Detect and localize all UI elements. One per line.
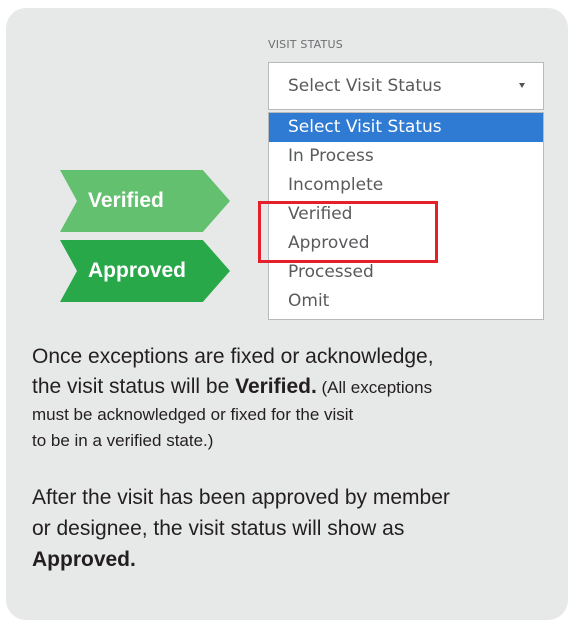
option-select-visit-status[interactable]: Select Visit Status xyxy=(269,113,543,142)
para1-line2-suffix: (All exceptions xyxy=(316,378,433,397)
visit-status-select-value: Select Visit Status xyxy=(288,76,442,96)
highlight-verified-approved-box xyxy=(258,201,438,263)
visit-status-select[interactable]: Select Visit Status xyxy=(268,62,544,110)
para1-line2-prefix: the visit status will be xyxy=(32,375,236,398)
para1-verified-bold: Verified. xyxy=(235,375,317,398)
option-incomplete[interactable]: Incomplete xyxy=(269,171,543,200)
para1-line2: the visit status will be Verified. (All … xyxy=(32,372,552,402)
approved-explanation: After the visit has been approved by mem… xyxy=(32,482,552,575)
verified-arrow: Verified xyxy=(60,170,230,232)
visit-status-label: VISIT STATUS xyxy=(268,38,343,51)
para1-line3: must be acknowledged or fixed for the vi… xyxy=(32,405,354,424)
para2-approved-bold: Approved. xyxy=(32,548,136,571)
para1-line4: to be in a verified state.) xyxy=(32,431,214,450)
approved-arrow: Approved xyxy=(60,240,230,302)
verified-explanation: Once exceptions are fixed or acknowledge… xyxy=(32,342,552,454)
para1-line1: Once exceptions are fixed or acknowledge… xyxy=(32,345,434,368)
chevron-down-icon xyxy=(519,83,525,88)
option-omit[interactable]: Omit xyxy=(269,287,543,316)
option-in-process[interactable]: In Process xyxy=(269,142,543,171)
para2-line3: Approved. xyxy=(32,544,552,575)
para2-line1: After the visit has been approved by mem… xyxy=(32,486,450,509)
para2-line2: or designee, the visit status will show … xyxy=(32,517,405,540)
